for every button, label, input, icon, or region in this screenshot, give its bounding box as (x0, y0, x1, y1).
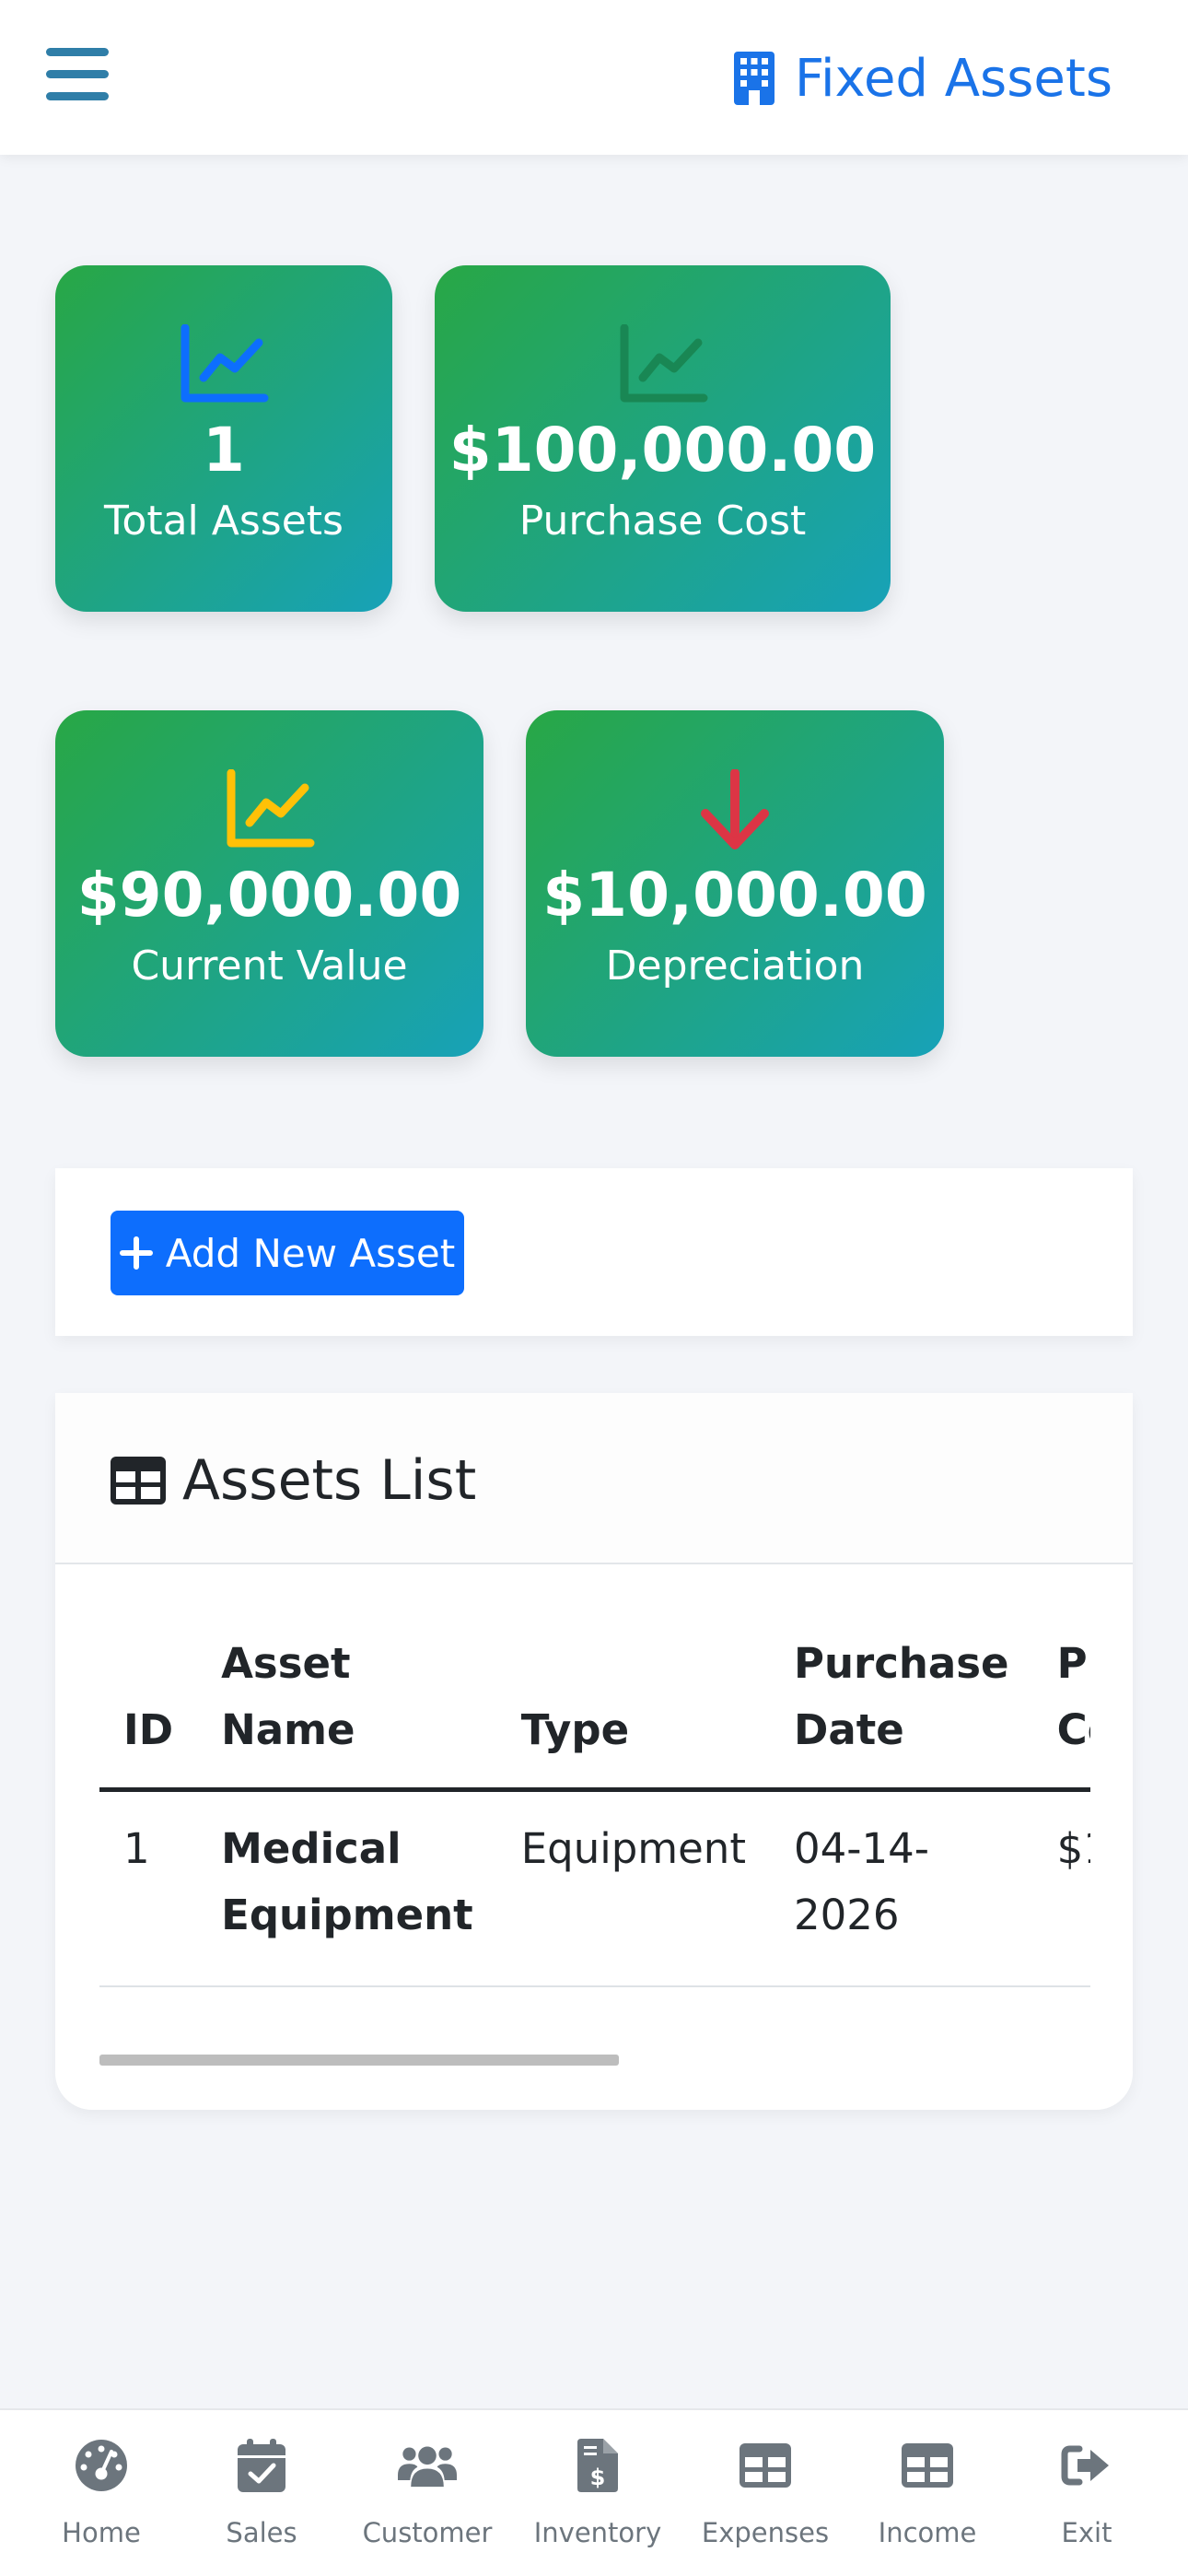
cell-asset-name: Medical Equipment (197, 1789, 497, 1987)
column-header-purchase-cost[interactable]: PurchaseCost (1032, 1564, 1090, 1792)
table-icon (111, 1457, 166, 1505)
assets-table-container[interactable]: ID AssetName Type PurchaseDate PurchaseC… (99, 1564, 1090, 2062)
purchase-cost-label: Purchase Cost (518, 498, 807, 544)
nav-item-exit[interactable]: Exit (1041, 2410, 1133, 2576)
nav-label-inventory: Inventory (533, 2517, 662, 2548)
current-value-card: $90,000.00 Current Value (55, 710, 483, 1057)
nav-item-customer[interactable]: Customer (354, 2410, 501, 2576)
nav-item-income[interactable]: Income (868, 2410, 987, 2576)
table-header-row: ID AssetName Type PurchaseDate PurchaseC… (99, 1564, 1090, 1792)
column-header-asset-name[interactable]: Asset Name (197, 1564, 497, 1792)
page-brand: Fixed Assets (733, 48, 1112, 109)
cell-id: 1 (99, 1789, 198, 1987)
assets-table: ID AssetName Type PurchaseDate PurchaseC… (99, 1564, 1090, 1987)
hamburger-line (46, 48, 109, 56)
table-horizontal-scrollbar[interactable] (99, 2055, 619, 2066)
add-new-asset-label: Add New Asset (165, 1230, 456, 1276)
total-assets-label: Total Assets (104, 498, 344, 544)
bottom-navigation: Home Sales Customer $ Inventory Expenses… (0, 2408, 1188, 2576)
depreciation-card: $10,000.00 Depreciation (526, 710, 944, 1057)
column-header-purchase-date[interactable]: Purchase Date (769, 1564, 1033, 1792)
nav-label-income: Income (878, 2517, 977, 2548)
nav-item-home[interactable]: Home (46, 2410, 157, 2576)
nav-item-expenses[interactable]: Expenses (696, 2410, 834, 2576)
purchase-cost-value: $100,000.00 (448, 415, 877, 486)
table-row[interactable]: 1 Medical Equipment Equipment 04-14- 2026 … (99, 1789, 1090, 1987)
sign-out-icon (1061, 2445, 1109, 2486)
users-icon (398, 2446, 457, 2488)
chart-line-icon (181, 324, 269, 403)
total-assets-card: 1 Total Assets (55, 265, 392, 612)
hamburger-line (46, 70, 109, 78)
current-value-label: Current Value (131, 943, 408, 989)
column-header-type[interactable]: Type (496, 1564, 770, 1792)
nav-label-home: Home (62, 2517, 141, 2548)
depreciation-label: Depreciation (605, 943, 865, 989)
nav-item-sales[interactable]: Sales (206, 2410, 317, 2576)
purchase-cost-card: $100,000.00 Purchase Cost (435, 265, 891, 612)
svg-text:$: $ (590, 2465, 606, 2490)
column-header-id[interactable]: ID (99, 1564, 198, 1792)
chart-line-icon (227, 769, 314, 848)
page-title: Fixed Assets (794, 48, 1112, 109)
nav-label-exit: Exit (1061, 2517, 1112, 2548)
actions-panel: Add New Asset (55, 1168, 1133, 1336)
chart-line-icon (620, 324, 707, 403)
nav-label-expenses: Expenses (701, 2517, 830, 2548)
depreciation-value: $10,000.00 (542, 860, 927, 931)
arrow-down-icon (701, 769, 769, 849)
assets-list-title-text: Assets List (182, 1448, 477, 1513)
invoice-dollar-icon: $ (577, 2439, 618, 2492)
top-navbar: Fixed Assets (0, 0, 1188, 155)
cell-purchase-date: 04-14- 2026 (769, 1789, 1033, 1987)
current-value-value: $90,000.00 (76, 860, 462, 931)
nav-item-inventory[interactable]: $ Inventory (529, 2410, 667, 2576)
nav-label-sales: Sales (226, 2517, 297, 2548)
hamburger-line (46, 92, 109, 100)
total-assets-value: 1 (203, 415, 245, 486)
assets-list-title: Assets List (111, 1439, 476, 1522)
gauge-icon (76, 2440, 127, 2491)
assets-list-header: Assets List (55, 1393, 1133, 1564)
assets-list-card: Assets List ID Asset Name Type Purchase Da… (55, 1393, 1133, 2110)
cell-purchase-cost: $100,000.00 (1032, 1789, 1090, 1987)
table-icon (902, 2443, 953, 2488)
nav-label-customer: Customer (362, 2517, 493, 2548)
table-icon (740, 2443, 791, 2488)
building-icon (733, 52, 775, 105)
plus-icon (119, 1236, 153, 1270)
add-new-asset-button[interactable]: Add New Asset (111, 1211, 464, 1295)
menu-toggle-button[interactable] (46, 48, 109, 105)
calendar-check-icon (238, 2439, 285, 2492)
cell-type: Equipment (496, 1789, 770, 1987)
